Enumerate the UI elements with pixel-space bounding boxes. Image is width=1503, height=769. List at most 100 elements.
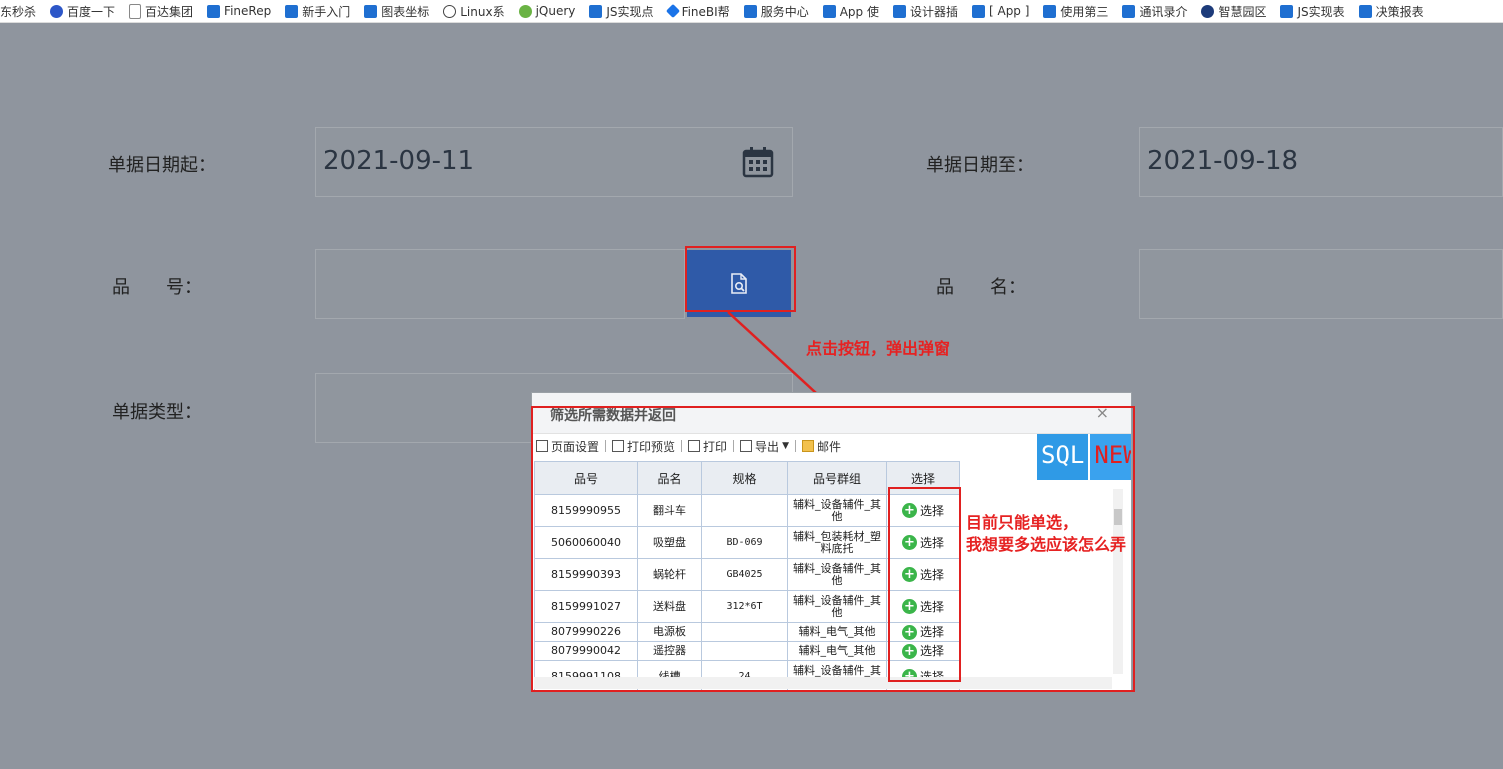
open-picker-button[interactable] — [687, 250, 791, 317]
bookmark-item[interactable]: 决策报表 — [1358, 3, 1424, 20]
bookmark-label: 决策报表 — [1375, 4, 1424, 19]
finebi-icon — [665, 3, 680, 19]
result-table: 品号 品名 规格 品号群组 选择 8159990955 翻斗车 辅料_设备辅件_其他 + 选择 5… — [534, 461, 960, 691]
bookmark-label: jQuery — [535, 4, 576, 18]
table-row: 5060060040 吸塑盘 BD-069 辅料_包装耗材_塑料底托 + 选择 — [534, 526, 960, 559]
bookmark-label: 服务中心 — [760, 4, 809, 19]
select-label: 选择 — [919, 625, 944, 639]
cell-name: 送料盘 — [637, 590, 702, 623]
bookmark-item[interactable]: FineBI帮 — [665, 3, 730, 20]
document-search-icon — [731, 272, 747, 294]
bookmark-item[interactable]: 服务中心 — [743, 3, 809, 20]
bookmark-item[interactable]: 百达集团 — [129, 3, 193, 20]
part-name-field[interactable] — [1139, 249, 1503, 319]
bookmark-item[interactable]: Linux系 — [443, 3, 505, 20]
start-date-field[interactable]: 2021-09-11 — [315, 127, 793, 197]
cell-code: 8159990955 — [534, 494, 638, 527]
bookmark-item[interactable]: 东秒杀 — [0, 3, 36, 20]
click-annotation: 点击按钮，弹出弹窗 — [806, 339, 951, 358]
print-button[interactable]: 打印 — [684, 438, 731, 455]
select-button[interactable]: +选择 — [901, 624, 944, 640]
cell-spec — [701, 494, 788, 527]
bookmark-item[interactable]: [ App ] — [971, 4, 1029, 18]
table-header-row: 品号 品名 规格 品号群组 选择 — [534, 461, 960, 495]
zhihu-icon — [1201, 4, 1215, 18]
bookmarks-bar: 东秒杀 百度一下 百达集团 FineRep 新手入门 图表坐标 Linux系 jQuery JS… — [0, 0, 1503, 23]
cell-group: 辅料_设备辅件_其他 — [787, 494, 887, 527]
bookmark-label: App 使 — [839, 4, 879, 19]
print-preview-label: 打印预览 — [627, 439, 676, 454]
cell-code: 8079990226 — [534, 622, 638, 642]
bookmark-item[interactable]: JS实现点 — [589, 3, 654, 20]
horizontal-scrollbar[interactable] — [534, 677, 1112, 689]
bookmark-label: 东秒杀 — [0, 4, 37, 19]
multi-note-line-1: 目前只能单选， — [966, 513, 1079, 532]
select-button[interactable]: +选择 — [901, 503, 944, 518]
bookmark-item[interactable]: App 使 — [822, 3, 879, 20]
cell-select: +选择 — [886, 494, 960, 527]
cell-spec — [701, 641, 788, 661]
calendar-icon[interactable] — [742, 146, 774, 178]
cell-group: 辅料_设备辅件_其他 — [787, 590, 887, 623]
bookmark-item[interactable]: 百度一下 — [50, 3, 115, 20]
finereport-icon — [589, 4, 603, 18]
bookmark-item[interactable]: jQuery — [518, 4, 576, 18]
cell-select: +选择 — [886, 590, 960, 623]
dialog-title-bar: 筛选所需数据并返回 × — [532, 393, 1131, 434]
finereport-icon — [207, 4, 221, 18]
bookmark-label: 百达集团 — [145, 4, 194, 19]
print-preview-icon — [612, 440, 625, 452]
select-button[interactable]: +选择 — [901, 599, 944, 614]
page-setup-button[interactable]: 页面设置 — [532, 438, 603, 455]
print-preview-button[interactable]: 打印预览 — [608, 438, 679, 455]
cell-group: 辅料_电气_其他 — [787, 641, 887, 661]
printer-icon — [688, 440, 701, 452]
cell-group: 辅料_设备辅件_其他 — [787, 558, 887, 591]
finereport-icon — [1358, 4, 1372, 18]
end-date-field[interactable]: 2021-09-18 — [1139, 127, 1503, 197]
bookmark-item[interactable]: 图表坐标 — [364, 3, 429, 20]
logo-right: NEW — [1088, 434, 1131, 480]
select-button[interactable]: +选择 — [901, 567, 944, 582]
cell-group: 辅料_电气_其他 — [787, 622, 887, 642]
select-button[interactable]: +选择 — [901, 535, 944, 550]
bookmark-item[interactable]: 使用第三 — [1043, 3, 1108, 20]
table-row: 8079990226 电源板 辅料_电气_其他 + 选择 — [534, 622, 960, 642]
select-button[interactable]: +选择 — [901, 643, 944, 659]
bookmark-item[interactable]: 设计器插 — [892, 3, 958, 20]
dialog-title: 筛选所需数据并返回 — [550, 408, 676, 424]
end-date-value: 2021-09-18 — [1147, 146, 1299, 176]
close-icon[interactable]: × — [1096, 403, 1109, 422]
select-label: 选择 — [919, 535, 944, 550]
mail-icon — [801, 440, 814, 452]
bookmark-item[interactable]: 通讯录介 — [1122, 3, 1187, 20]
cell-code: 8159991027 — [534, 590, 638, 623]
bookmark-item[interactable]: JS实现表 — [1280, 3, 1345, 20]
chevron-down-icon: ▼ — [782, 441, 789, 451]
column-header: 品号群组 — [787, 461, 887, 495]
page-setup-label: 页面设置 — [551, 439, 600, 454]
mail-button[interactable]: 邮件 — [798, 438, 845, 455]
export-label: 导出 — [755, 439, 780, 454]
doc-type-label: 单据类型： — [112, 402, 202, 423]
cell-name: 蜗轮杆 — [637, 558, 702, 591]
part-no-field[interactable] — [315, 249, 685, 319]
export-button[interactable]: 导出 ▼ — [736, 438, 793, 455]
bookmark-item[interactable]: 智慧园区 — [1201, 3, 1266, 20]
bookmark-label: JS实现点 — [606, 4, 654, 19]
bookmark-item[interactable]: FineRep — [207, 4, 271, 18]
finereport-icon — [285, 4, 299, 18]
cell-spec: GB4025 — [701, 558, 788, 591]
bookmark-label: 通讯录介 — [1139, 4, 1188, 19]
cell-name: 电源板 — [637, 622, 702, 642]
bookmark-item[interactable]: 新手入门 — [285, 3, 350, 20]
select-label: 选择 — [919, 567, 944, 582]
finereport-icon — [971, 4, 985, 18]
finereport-icon — [364, 4, 378, 18]
finereport-icon — [1122, 4, 1136, 18]
finereport-icon — [822, 4, 836, 18]
select-label: 选择 — [919, 503, 944, 518]
finereport-icon — [1043, 4, 1057, 18]
plus-circle-icon: + — [901, 599, 917, 614]
cell-select: +选择 — [886, 641, 960, 661]
